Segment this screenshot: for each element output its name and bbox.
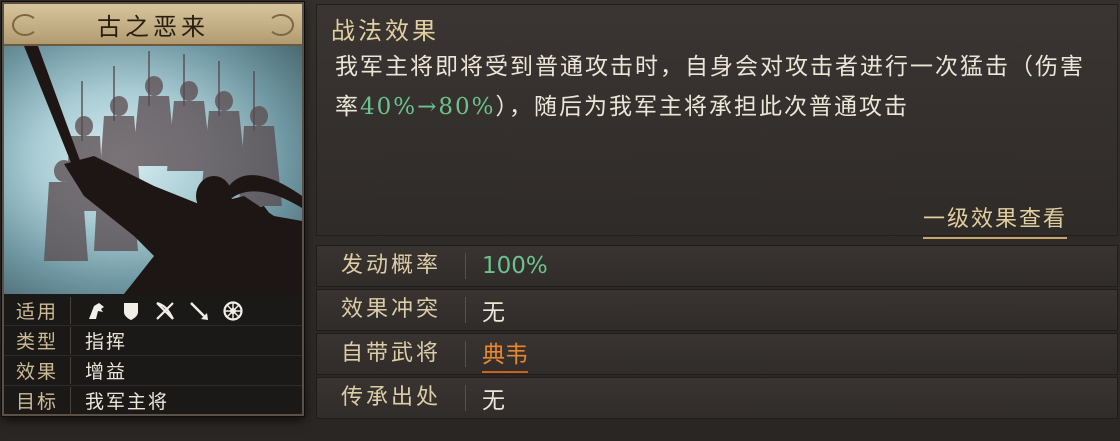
cavalry-icon: [85, 299, 109, 323]
tactic-detail-panel: 古之恶来 适用 类型 指挥 效果 增益 目标 我军主将 战法效果 我军主将即将受…: [0, 0, 1120, 441]
tactic-card: 古之恶来 适用 类型 指挥 效果 增益 目标 我军主将: [2, 2, 304, 416]
spear-icon: [187, 299, 211, 323]
shield-icon: [119, 299, 143, 323]
info-key-applicable: 适用: [4, 297, 71, 324]
attr-value-conflict: 无: [482, 300, 505, 326]
effect-description: 我军主将即将受到普通攻击时，自身会对攻击者进行一次猛击（伤害率40%→80%），…: [335, 47, 1095, 127]
attr-row-conflict: 效果冲突 无: [316, 289, 1118, 331]
attr-value-trigger-rate: 100%: [482, 253, 548, 279]
info-row-target: 目标 我军主将: [4, 386, 302, 415]
tactic-info-table: 适用 类型 指挥 效果 增益 目标 我军主将: [4, 294, 302, 415]
attr-key-inheritance-source: 传承出处: [317, 385, 466, 411]
attr-key-conflict: 效果冲突: [317, 297, 466, 323]
attr-value-native-general-link[interactable]: 典韦: [482, 335, 528, 373]
attr-row-trigger-rate: 发动概率 100%: [316, 245, 1118, 287]
info-key-target: 目标: [4, 387, 71, 414]
attr-key-trigger-rate: 发动概率: [317, 253, 466, 279]
effect-panel: 战法效果 我军主将即将受到普通攻击时，自身会对攻击者进行一次猛击（伤害率40%→…: [316, 4, 1118, 239]
title-ornament-right-icon: [268, 14, 294, 36]
info-value-effect: 增益: [85, 361, 128, 383]
title-ornament-left-icon: [12, 14, 38, 36]
info-value-type: 指挥: [85, 331, 128, 353]
tactic-name: 古之恶来: [97, 12, 209, 41]
info-row-applicable: 适用: [4, 296, 302, 326]
info-key-effect: 效果: [4, 357, 71, 384]
info-value-target: 我军主将: [85, 391, 170, 413]
attr-row-native-general: 自带武将 典韦: [316, 333, 1118, 375]
info-row-effect: 效果 增益: [4, 356, 302, 386]
tactic-card-title: 古之恶来: [4, 4, 302, 46]
siege-icon: [221, 299, 245, 323]
info-key-type: 类型: [4, 327, 71, 354]
effect-desc-text-2: ），随后为我军主将承担此次普通攻击: [495, 94, 910, 120]
tactic-artwork: [4, 46, 302, 294]
effect-damage-rate: 40%→80%: [360, 94, 496, 120]
effect-title: 战法效果: [331, 17, 439, 45]
attr-key-native-general: 自带武将: [317, 341, 466, 367]
applicable-units: [71, 299, 245, 323]
warrior-silhouette-image: [24, 46, 302, 294]
info-row-type: 类型 指挥: [4, 326, 302, 356]
level-one-effect-link[interactable]: 一级效果查看: [922, 201, 1067, 239]
attr-value-inheritance-source: 无: [482, 388, 505, 414]
attr-row-inheritance-source: 传承出处 无: [316, 377, 1118, 419]
crossbow-icon: [153, 299, 177, 323]
